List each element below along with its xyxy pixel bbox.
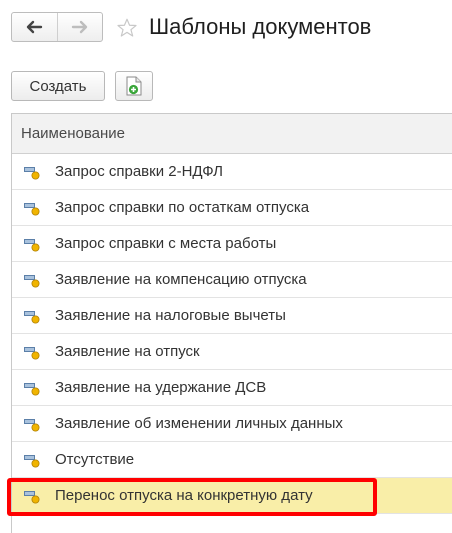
table-body: Запрос справки 2-НДФЛ Запрос справки по о… [12,154,452,514]
document-add-icon [126,76,142,96]
template-icon [23,451,41,469]
back-button[interactable] [12,13,57,41]
template-icon [23,307,41,325]
row-label: Запрос справки 2-НДФЛ [55,163,224,180]
template-icon [23,235,41,253]
template-icon [23,343,41,361]
table-row[interactable]: Заявление на налоговые вычеты [12,298,452,334]
template-icon [23,199,41,217]
template-icon [23,163,41,181]
page-title: Шаблоны документов [149,14,372,39]
row-label: Заявление на удержание ДСВ [55,379,267,396]
row-label: Заявление на компенсацию отпуска [55,271,307,288]
create-button[interactable]: Создать [11,71,105,101]
arrow-left-icon [27,20,43,34]
navigation-buttons [11,12,103,42]
table-row[interactable]: Заявление на удержание ДСВ [12,370,452,406]
row-label: Заявление на налоговые вычеты [55,307,286,324]
row-label: Перенос отпуска на конкретную дату [55,487,313,504]
templates-table: Наименование Запрос справки 2-НДФЛ Запрос… [11,113,452,533]
arrow-right-icon [71,20,87,34]
add-document-button[interactable] [115,71,153,101]
table-row[interactable]: Заявление об изменении личных данных [12,406,452,442]
column-header-name[interactable]: Наименование [12,114,452,154]
row-label: Отсутствие [55,451,135,468]
row-label: Запрос справки с места работы [55,235,277,252]
row-label: Заявление об изменении личных данных [55,415,343,432]
table-row[interactable]: Запрос справки с места работы [12,226,452,262]
forward-button[interactable] [56,13,103,41]
table-row[interactable]: Запрос справки 2-НДФЛ [12,154,452,190]
row-label: Запрос справки по остаткам отпуска [55,199,310,216]
table-row[interactable]: Заявление на компенсацию отпуска [12,262,452,298]
template-icon [23,487,41,505]
table-row[interactable]: Заявление на отпуск [12,334,452,370]
star-icon[interactable] [116,17,138,39]
table-row[interactable]: Запрос справки по остаткам отпуска [12,190,452,226]
row-label: Заявление на отпуск [55,343,200,360]
template-icon [23,271,41,289]
template-icon [23,379,41,397]
table-row[interactable]: Отсутствие [12,442,452,478]
table-row[interactable]: Перенос отпуска на конкретную дату [12,478,452,514]
template-icon [23,415,41,433]
